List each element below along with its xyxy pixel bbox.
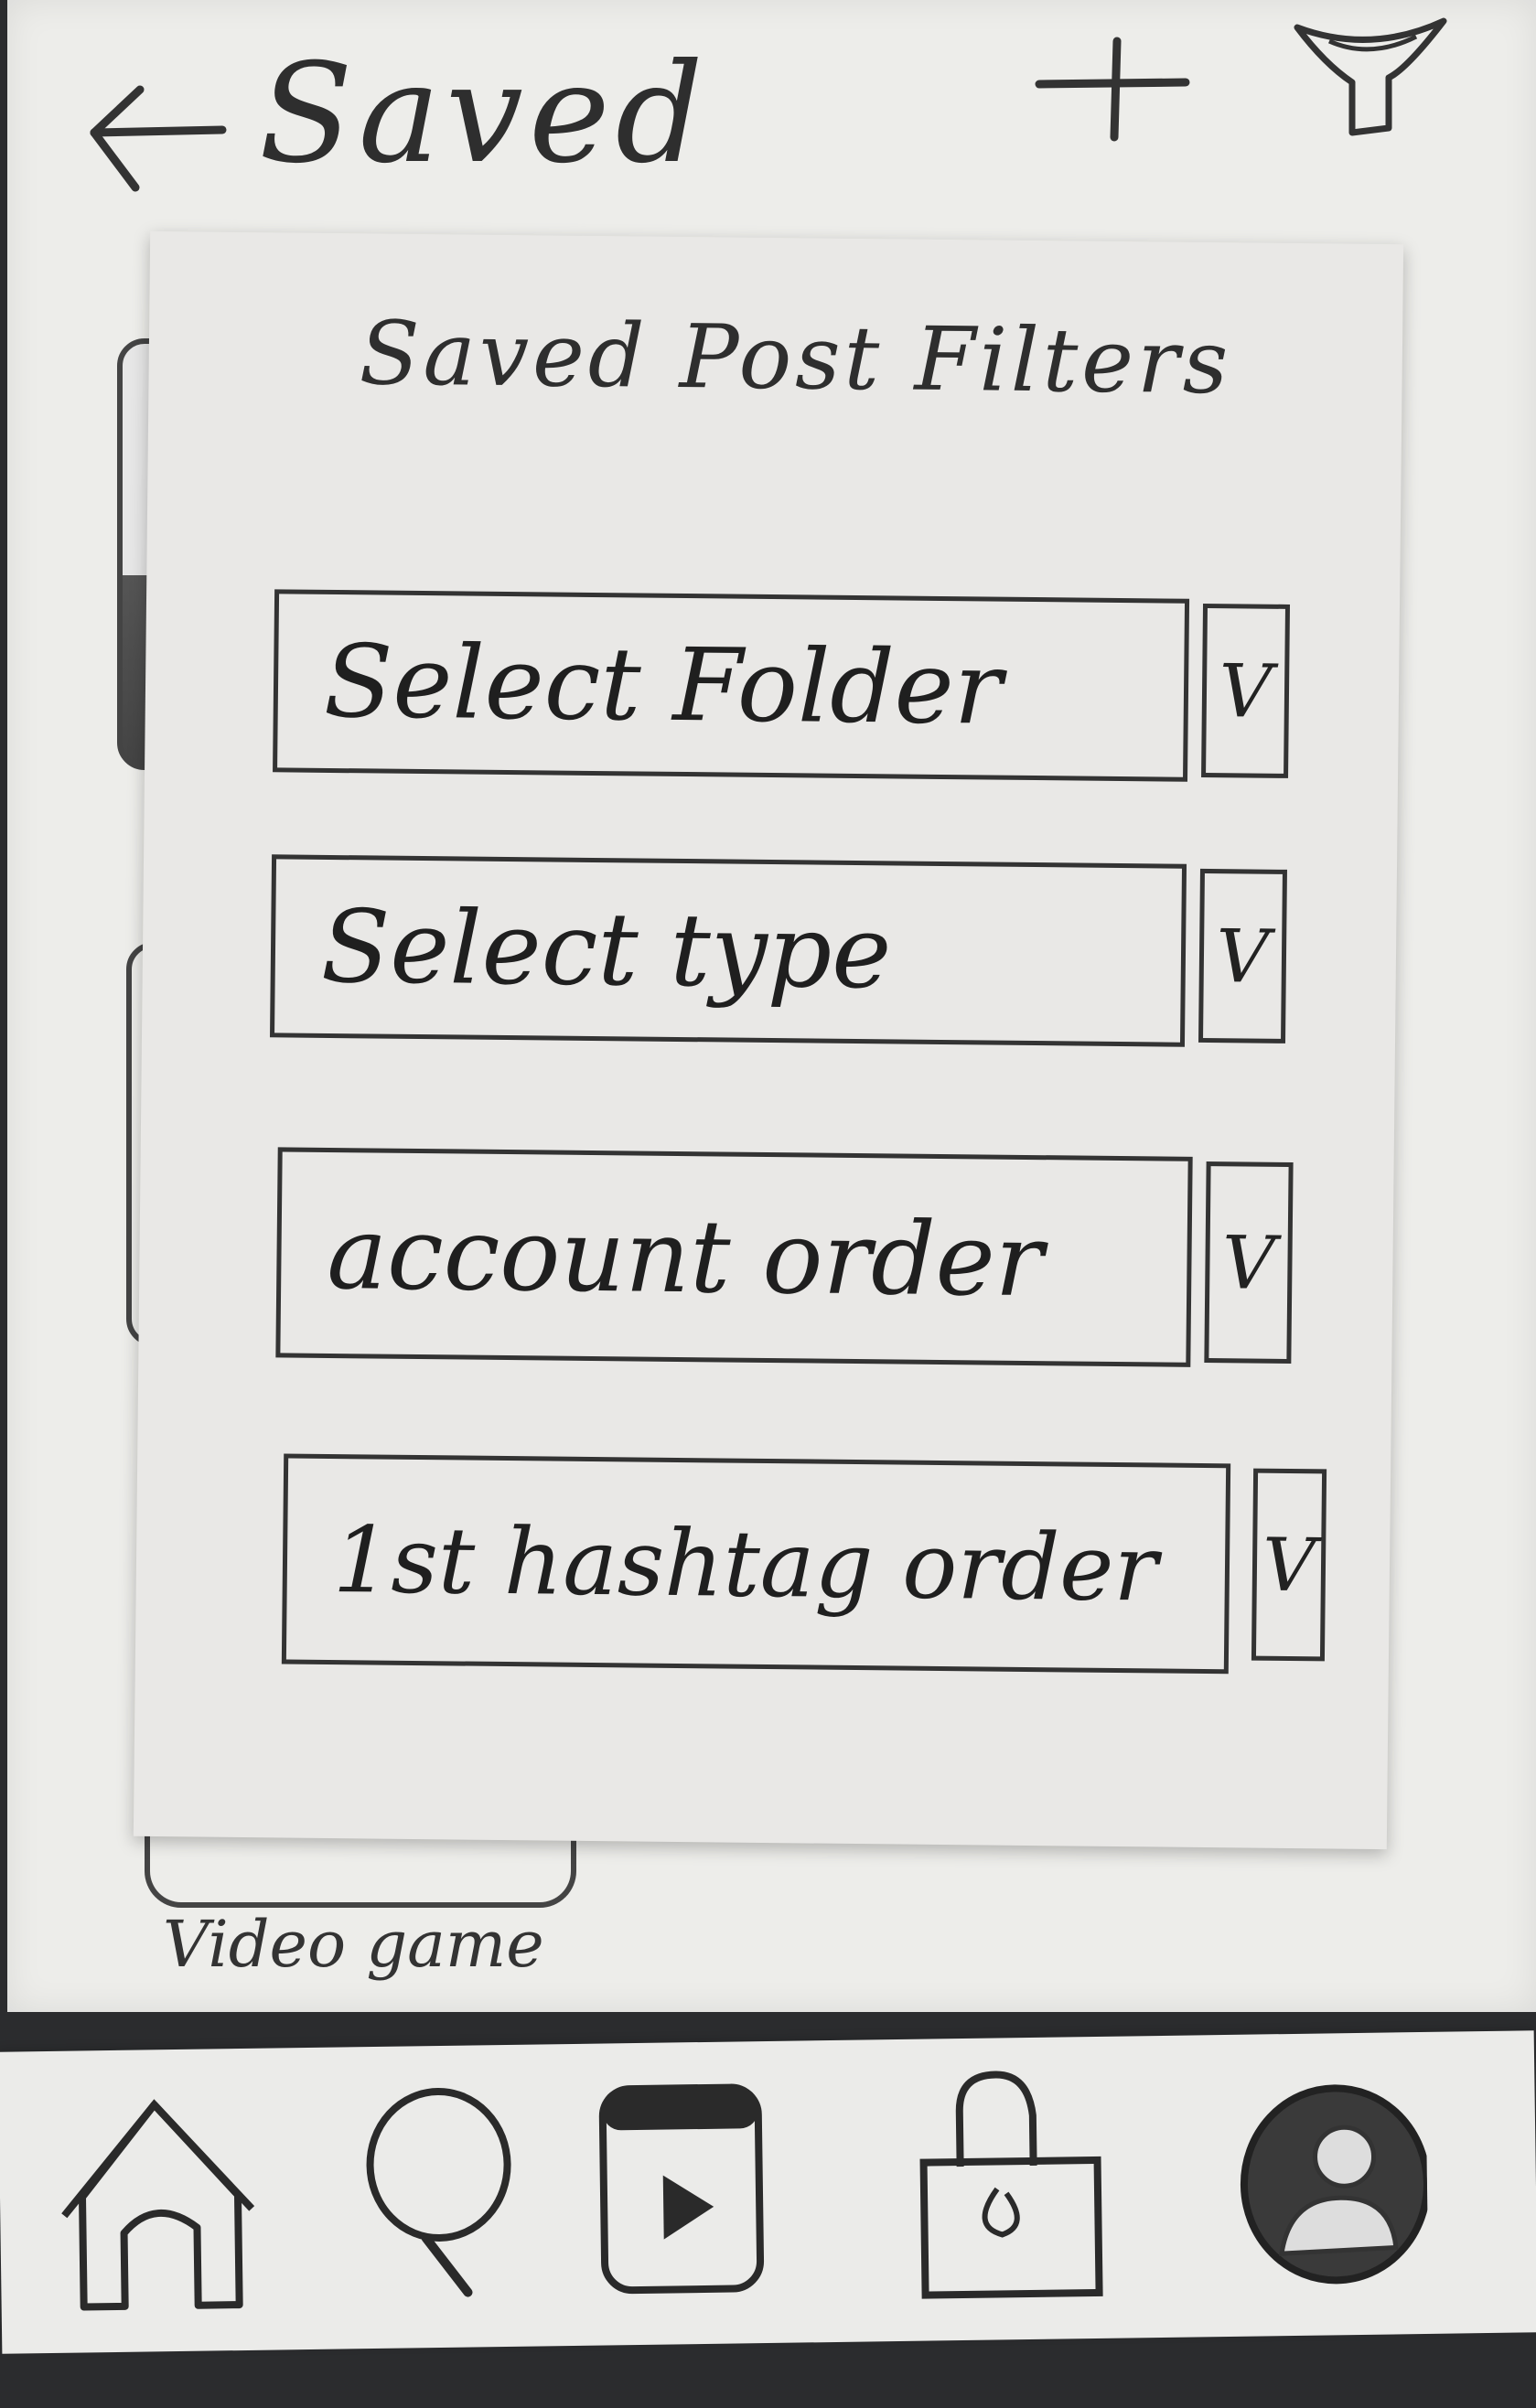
chevron-down-icon: V — [1251, 1468, 1327, 1662]
dropdown-value: Select Folder — [273, 589, 1190, 782]
search-icon — [366, 2088, 511, 2297]
home-icon — [61, 2099, 255, 2311]
dropdown-value: account order — [275, 1147, 1193, 1367]
folder-caption: Video game — [163, 1907, 544, 1982]
filter-panel-title: Saved Post Filters — [359, 302, 1232, 414]
chevron-down-icon: V — [1201, 603, 1291, 778]
dropdown-value: 1st hashtag order — [281, 1453, 1231, 1675]
profile-icon — [1240, 2084, 1431, 2285]
lock-icon — [919, 2071, 1103, 2299]
nav-reels-button[interactable] — [584, 2069, 789, 2309]
header: Saved — [7, 0, 1536, 219]
filter-button[interactable] — [1288, 14, 1448, 142]
account-order-dropdown[interactable]: account order V — [275, 1147, 1294, 1368]
back-button[interactable] — [85, 82, 231, 201]
nav-lock-button[interactable] — [904, 2064, 1109, 2305]
filter-panel: Saved Post Filters Select Folder V Selec… — [133, 230, 1404, 1850]
funnel-icon — [1294, 17, 1447, 136]
arrow-left-icon — [90, 85, 227, 192]
chevron-down-icon: V — [1198, 868, 1287, 1043]
page-title: Saved — [259, 35, 709, 194]
reels-icon — [598, 2083, 765, 2295]
nav-profile-button[interactable] — [1224, 2060, 1431, 2300]
add-button[interactable] — [1030, 37, 1195, 146]
chevron-down-icon: V — [1204, 1161, 1294, 1365]
nav-search-button[interactable] — [337, 2071, 542, 2312]
nav-home-button[interactable] — [53, 2076, 258, 2317]
dropdown-value: Select type — [270, 854, 1187, 1047]
plus-icon — [1035, 37, 1190, 142]
folder-dropdown[interactable]: Select Folder V — [273, 589, 1291, 783]
hashtag-order-dropdown[interactable]: 1st hashtag order V — [281, 1453, 1327, 1675]
bottom-navigation — [0, 2030, 1536, 2354]
type-dropdown[interactable]: Select type V — [270, 854, 1287, 1048]
